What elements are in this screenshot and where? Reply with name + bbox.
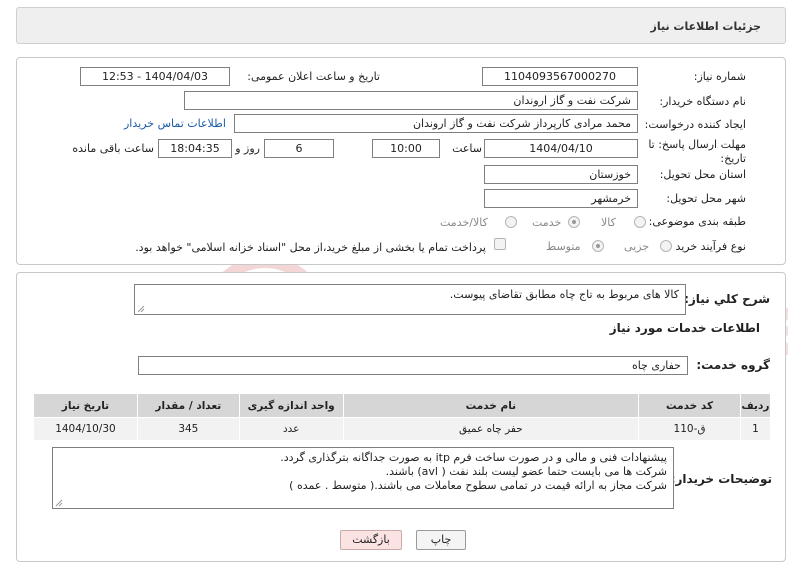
buyer-contact-link[interactable]: اطلاعات تماس خریدار [124,117,226,130]
summary-text: کالا های مربوط به تاج چاه مطابق تقاضای پ… [449,288,679,301]
category-goods-service-radio[interactable] [505,216,517,228]
cell-service-code: ق-110 [638,417,741,441]
requester-label: ایجاد کننده درخواست: [644,118,746,131]
col-service-name: نام خدمت [342,393,640,418]
service-group-label: گروه خدمت: [696,358,770,372]
city-field[interactable]: خرمشهر [484,189,638,208]
col-quantity: تعداد / مقدار [136,393,240,418]
col-unit: واحد اندازه گیری [238,393,344,418]
purchase-medium-radio[interactable] [592,240,604,252]
table-row[interactable]: 1404/10/30 345 عدد حفر چاه عمیق ق-110 1 [33,417,772,441]
province-field[interactable]: خوزستان [484,165,638,184]
category-service-radio[interactable] [568,216,580,228]
buyer-notes-line-2: شرکت ها می بایست حتما عضو لیست بلند نفت … [385,465,667,478]
buyer-notes-textarea[interactable]: پیشنهادات فنی و مالی و در صورت ساخت فرم … [52,447,674,509]
city-label: شهر محل تحویل: [666,192,746,205]
category-goods-radio[interactable] [634,216,646,228]
purchase-medium-label: متوسط [546,240,581,253]
province-label: استان محل تحویل: [659,168,746,181]
remaining-time-label: ساعت باقی مانده [72,142,154,155]
page-title: جزئیات اطلاعات نیاز [650,20,762,33]
resize-grip-icon[interactable] [55,499,63,507]
services-table-header: تاریخ نیاز تعداد / مقدار واحد اندازه گیر… [33,393,772,418]
buyer-org-field[interactable]: شرکت نفت و گاز اروندان [184,91,638,110]
services-table: تاریخ نیاز تعداد / مقدار واحد اندازه گیر… [33,393,772,441]
services-section-title: اطلاعات خدمات مورد نیاز [609,321,760,335]
cell-service-name: حفر چاه عمیق [342,417,640,441]
buyer-notes-line-1: پیشنهادات فنی و مالی و در صورت ساخت فرم … [280,451,667,464]
summary-textarea[interactable]: کالا های مربوط به تاج چاه مطابق تقاضای پ… [134,284,686,315]
remaining-time-field[interactable]: 18:04:35 [158,139,232,158]
summary-label: شرح کلي نياز: [684,292,770,306]
col-row: ردیف [739,393,772,418]
treasury-payment-note: پرداخت تمام یا بخشی از مبلغ خرید،از محل … [135,241,486,254]
requester-field[interactable]: محمد مرادی کارپرداز شرکت نفت و گاز اروند… [234,114,638,133]
announce-datetime-label: تاریخ و ساعت اعلان عمومی: [247,70,380,83]
need-number-field[interactable]: 1104093567000270 [482,67,638,86]
col-service-code: کد خدمت [638,393,741,418]
buyer-notes-label: توضیحات خریدار: [670,472,772,486]
category-goods-label: کالا [601,216,616,229]
deadline-time-field[interactable]: 10:00 [372,139,440,158]
deadline-days-label: روز و [235,142,260,155]
purchase-minor-radio[interactable] [660,240,672,252]
cell-unit: عدد [238,417,344,441]
announce-datetime-field[interactable]: 1404/04/03 - 12:53 [80,67,230,86]
deadline-time-label: ساعت [452,142,482,155]
col-need-date: تاریخ نیاز [33,393,138,418]
category-goods-service-label: کالا/خدمت [440,216,488,229]
cell-row-number: 1 [739,417,772,441]
back-button[interactable]: بازگشت [340,530,402,550]
cell-need-date: 1404/10/30 [33,417,138,441]
category-service-label: خدمت [532,216,562,229]
deadline-label: مهلت ارسال پاسخ: تا تاریخ: [648,138,746,165]
purchase-minor-label: جزیی [624,240,650,253]
purchase-type-label: نوع فرآیند خرید : [668,240,746,253]
treasury-payment-checkbox[interactable] [494,238,506,250]
buyer-notes-line-3: شرکت مجاز به ارائه قیمت در تمامی سطوح مع… [289,479,667,492]
service-group-field[interactable]: حفاری چاه [138,356,688,375]
deadline-days-field[interactable]: 6 [264,139,334,158]
category-label: طبقه بندی موضوعی: [648,215,746,228]
buyer-org-label: نام دستگاه خریدار: [659,95,746,108]
deadline-date-field[interactable]: 1404/04/10 [484,139,638,158]
cell-quantity: 345 [136,417,240,441]
need-number-label: شماره نیاز: [693,70,746,83]
page-header: جزئیات اطلاعات نیاز [16,7,786,44]
print-button[interactable]: چاپ [416,530,466,550]
resize-grip-icon[interactable] [137,305,145,313]
